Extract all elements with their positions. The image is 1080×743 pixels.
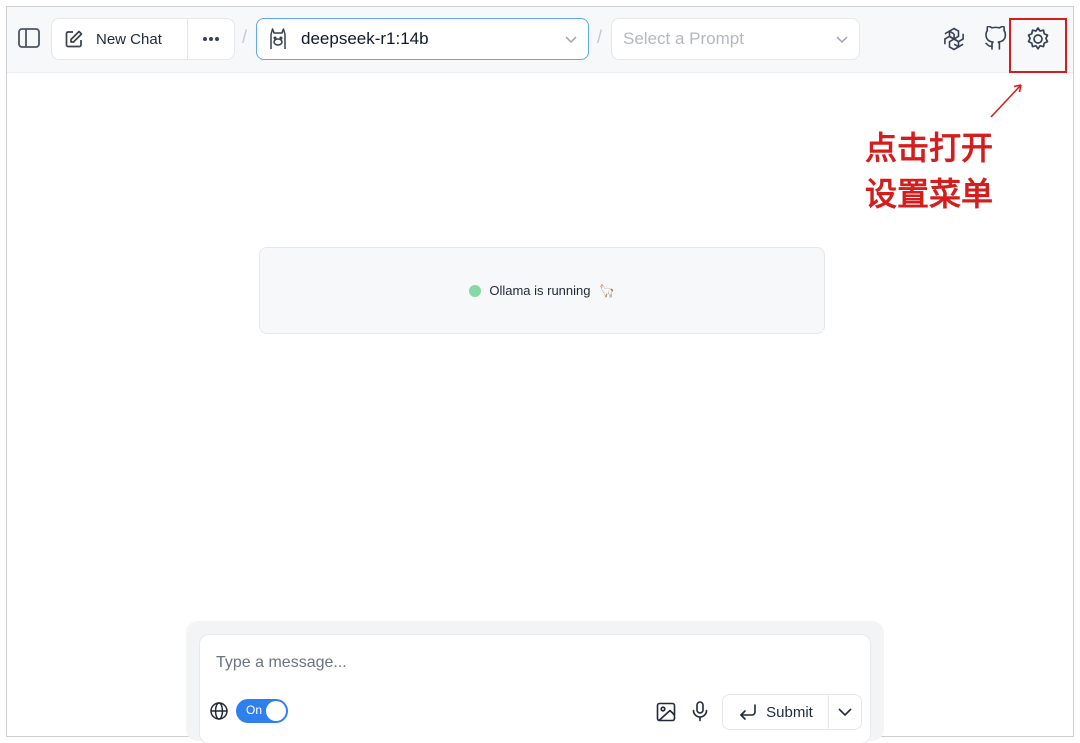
llama-model-icon bbox=[270, 28, 286, 49]
chevron-down-icon bbox=[838, 708, 852, 717]
sidebar-toggle-icon[interactable] bbox=[17, 27, 41, 49]
annotation-line-2: 设置菜单 bbox=[865, 175, 994, 213]
top-bar: New Chat / deepseek-r1:14b / Select a Pr… bbox=[7, 7, 1073, 73]
status-text: Ollama is running bbox=[489, 283, 591, 298]
prompt-selector[interactable]: Select a Prompt bbox=[611, 18, 860, 60]
more-icon bbox=[203, 37, 219, 41]
image-icon[interactable] bbox=[655, 701, 677, 723]
status-dot bbox=[469, 284, 482, 297]
breadcrumb-separator: / bbox=[242, 27, 248, 47]
message-input[interactable] bbox=[216, 651, 816, 675]
new-chat-button[interactable]: New Chat bbox=[52, 19, 188, 59]
status-card: Ollama is running 🦙 bbox=[259, 247, 825, 334]
llama-emoji: 🦙 bbox=[598, 282, 615, 298]
annotation-arrow bbox=[990, 84, 1022, 118]
annotation-line-1: 点击打开 bbox=[865, 129, 994, 167]
github-icon[interactable] bbox=[982, 26, 1008, 52]
settings-highlight-box bbox=[1009, 18, 1067, 73]
openai-icon[interactable] bbox=[941, 26, 967, 52]
enter-arrow-icon bbox=[740, 704, 756, 720]
web-search-toggle[interactable]: On bbox=[236, 699, 288, 723]
annotation-text: 点击打开 设置菜单 bbox=[865, 125, 1025, 217]
submit-button[interactable]: Submit bbox=[723, 695, 829, 729]
globe-icon[interactable] bbox=[209, 701, 229, 721]
toggle-knob bbox=[266, 701, 286, 721]
microphone-icon[interactable] bbox=[689, 700, 711, 722]
new-chat-label: New Chat bbox=[96, 30, 162, 48]
chevron-down-icon bbox=[836, 36, 848, 44]
more-button[interactable] bbox=[188, 19, 234, 59]
model-label: deepseek-r1:14b bbox=[301, 29, 429, 48]
model-selector[interactable]: deepseek-r1:14b bbox=[256, 18, 589, 60]
submit-group: Submit bbox=[722, 694, 862, 730]
new-chat-group: New Chat bbox=[51, 18, 235, 60]
breadcrumb-separator: / bbox=[597, 27, 603, 47]
edit-icon bbox=[65, 30, 83, 48]
message-composer: On Submit bbox=[199, 634, 871, 743]
chevron-down-icon bbox=[565, 36, 577, 44]
prompt-placeholder: Select a Prompt bbox=[623, 29, 744, 48]
toggle-label: On bbox=[246, 703, 263, 717]
submit-options-button[interactable] bbox=[829, 695, 861, 729]
submit-label: Submit bbox=[766, 703, 813, 721]
